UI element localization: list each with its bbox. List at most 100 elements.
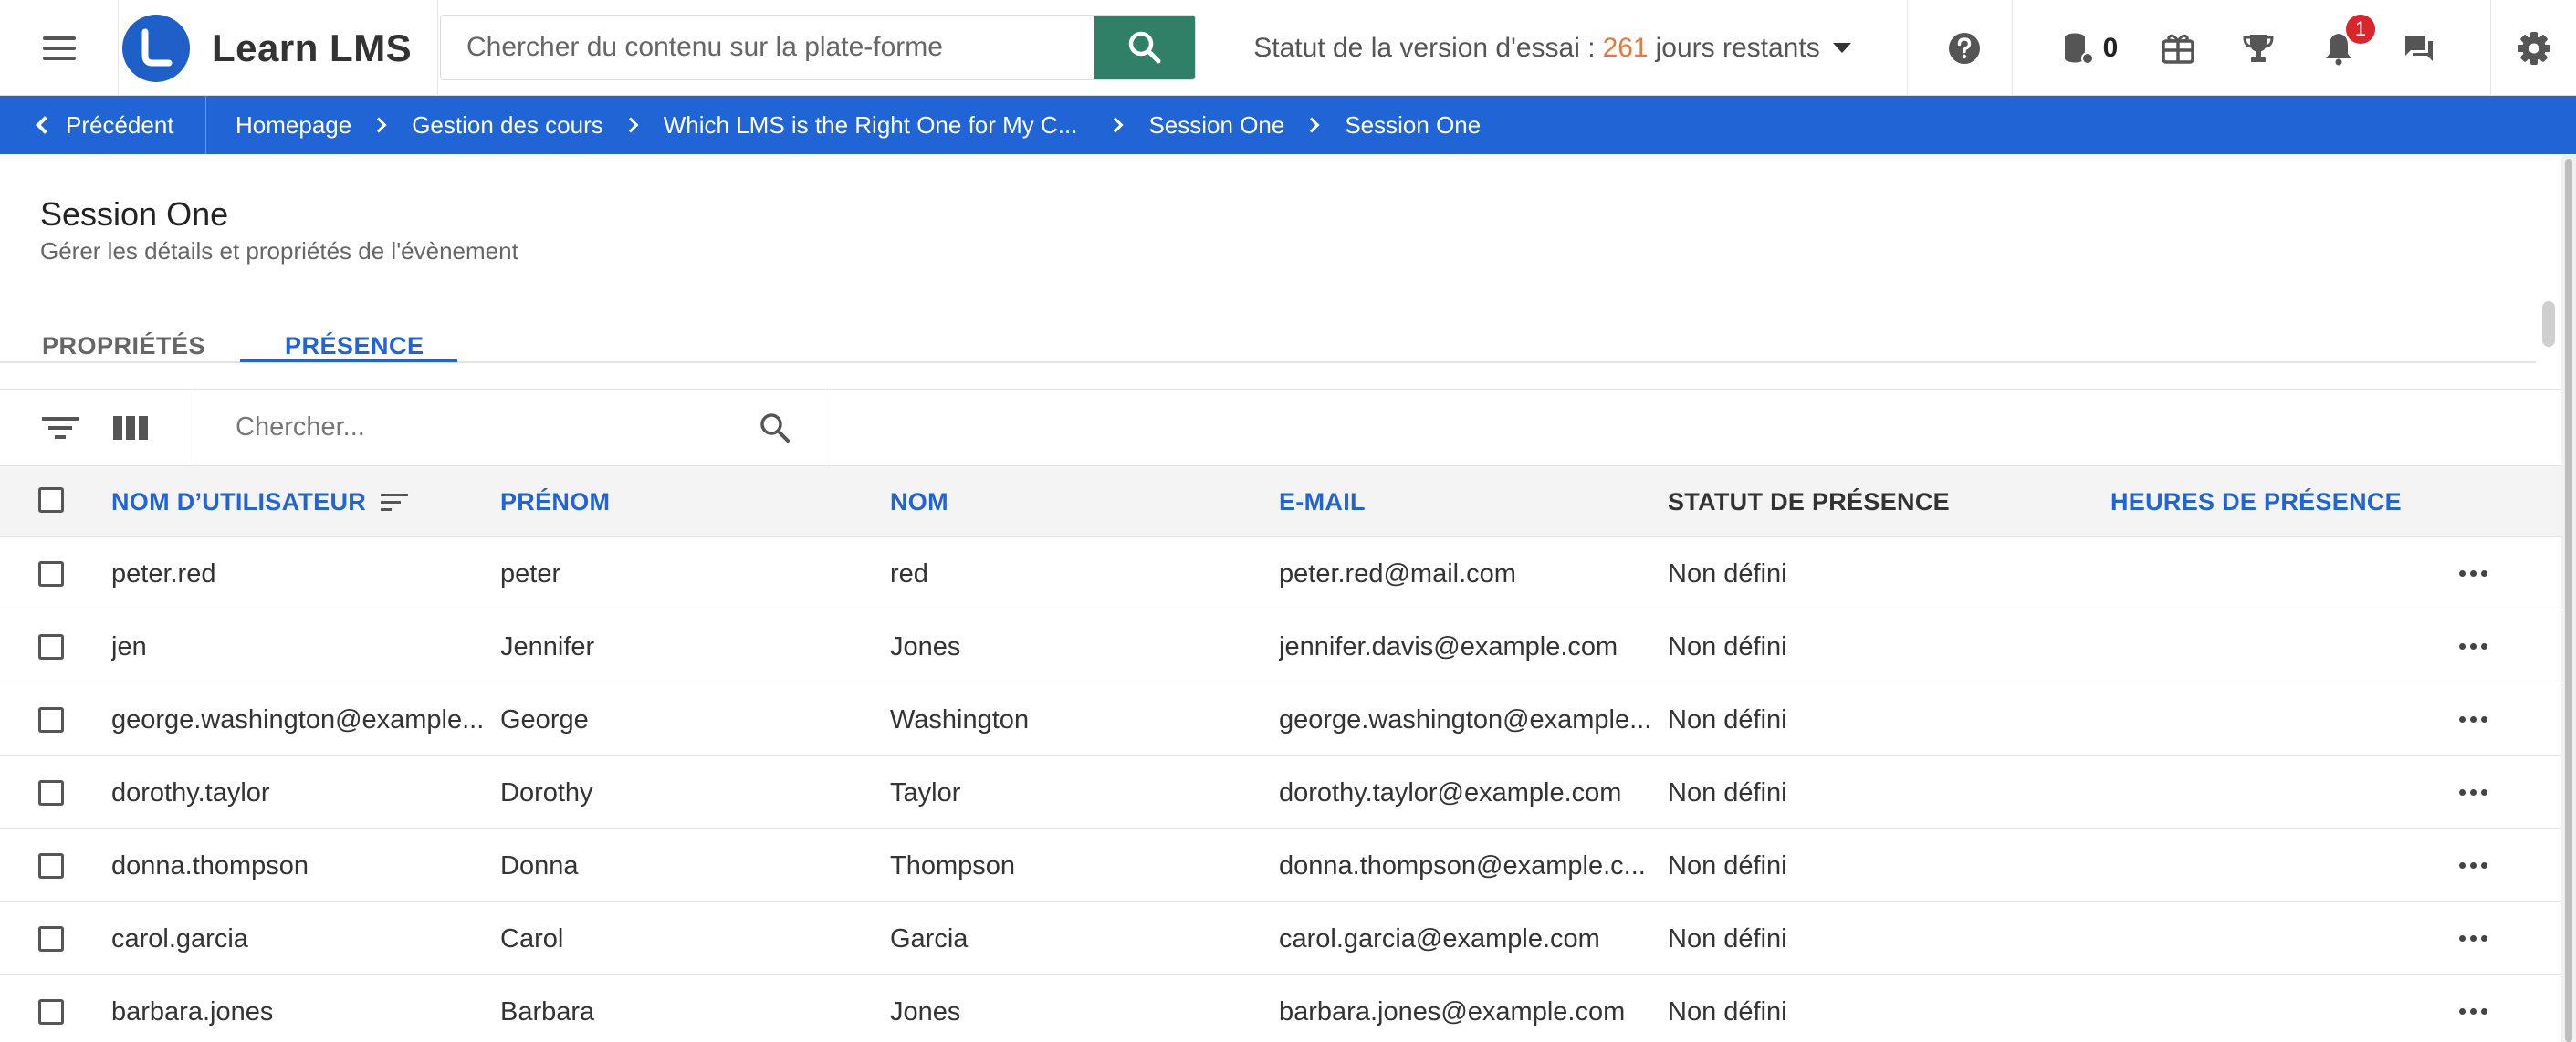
cell-firstname: George (500, 704, 589, 735)
trial-prefix: Statut de la version d'essai : (1253, 32, 1596, 63)
column-header-username[interactable]: NOM D’UTILISATEUR (111, 466, 409, 537)
row-checkbox[interactable] (38, 634, 64, 660)
tab-active-indicator (240, 359, 457, 362)
filter-icon[interactable] (42, 413, 79, 443)
cell-email: dorothy.taylor@example.com (1279, 777, 1622, 808)
cell-lastname: Garcia (890, 923, 969, 953)
more-icon[interactable] (2459, 570, 2487, 577)
messages-button[interactable] (2381, 0, 2457, 96)
chat-icon (2405, 35, 2433, 61)
page-title: Session One (40, 195, 229, 233)
table-row[interactable]: george.washington@example... George Washin… (0, 683, 2561, 756)
table-search-input[interactable] (194, 390, 742, 464)
cell-attendance-status: Non défini (1668, 996, 1787, 1026)
cell-firstname: Jennifer (500, 631, 595, 662)
back-button[interactable]: Précédent (0, 96, 206, 154)
tab-properties[interactable]: PROPRIÉTÉS (42, 332, 205, 360)
inner-scrollbar-thumb[interactable] (2542, 301, 2555, 347)
table-row[interactable]: carol.garcia Carol Garcia carol.garcia@exam… (0, 902, 2561, 975)
row-checkbox[interactable] (38, 926, 64, 952)
cell-attendance-status: Non défini (1668, 631, 1787, 662)
chevron-right-icon (1107, 117, 1124, 133)
row-checkbox[interactable] (38, 853, 64, 879)
column-header-attendance-status: STATUT DE PRÉSENCE (1668, 487, 1950, 516)
table-row[interactable]: peter.red peter red peter.red@mail.com Non d… (0, 537, 2561, 610)
gift-button[interactable] (2140, 0, 2216, 96)
global-search-input[interactable] (441, 16, 1095, 79)
breadcrumb-item[interactable]: Gestion des cours (412, 111, 603, 140)
breadcrumb-item[interactable]: Which LMS is the Right One for My C... (664, 111, 1078, 140)
cell-attendance-status: Non défini (1668, 923, 1787, 953)
cell-email: peter.red@mail.com (1279, 558, 1516, 589)
table-row[interactable]: donna.thompson Donna Thompson donna.thompso… (0, 829, 2561, 902)
table-row[interactable]: barbara.jones Barbara Jones barbara.jones@e… (0, 975, 2561, 1042)
column-header-attendance-hours[interactable]: HEURES DE PRÉSENCE (2110, 466, 2402, 537)
column-header-lastname[interactable]: NOM (890, 466, 948, 537)
table-row[interactable]: jen Jennifer Jones jennifer.davis@example.c… (0, 610, 2561, 683)
tab-attendance[interactable]: PRÉSENCE (285, 332, 424, 360)
more-icon[interactable] (2459, 643, 2487, 650)
notifications-button[interactable]: 1 (2300, 0, 2377, 96)
cell-firstname: Dorothy (500, 777, 593, 808)
coins-count: 0 (2102, 32, 2119, 63)
page-subtitle: Gérer les détails et propriétés de l'évè… (40, 237, 518, 265)
search-icon[interactable] (759, 412, 791, 444)
breadcrumb-item[interactable]: Homepage (236, 111, 351, 140)
cell-username: jen (111, 631, 147, 662)
cell-lastname: Washington (890, 704, 1030, 735)
cell-username: peter.red (111, 558, 216, 589)
chevron-right-icon (1304, 117, 1320, 133)
cell-username: barbara.jones (111, 996, 274, 1026)
breadcrumb: Précédent Homepage Gestion des cours Whi… (0, 96, 2576, 154)
help-button[interactable] (1926, 0, 2003, 96)
more-icon[interactable] (2459, 789, 2487, 796)
cell-attendance-status: Non défini (1668, 777, 1787, 808)
tab-bar: PROPRIÉTÉS PRÉSENCE (0, 319, 2536, 363)
column-header-firstname[interactable]: PRÉNOM (500, 466, 610, 537)
cell-username: donna.thompson (111, 850, 309, 880)
logo-icon (122, 14, 190, 82)
trial-suffix: jours restants (1655, 32, 1820, 63)
row-checkbox[interactable] (38, 707, 64, 733)
cell-lastname: Jones (890, 631, 961, 662)
cell-lastname: Jones (890, 996, 961, 1026)
row-checkbox[interactable] (38, 999, 64, 1025)
row-checkbox[interactable] (38, 780, 64, 806)
breadcrumb-trail: Homepage Gestion des cours Which LMS is … (236, 96, 1481, 154)
app-name: Learn LMS (212, 26, 413, 69)
breadcrumb-item[interactable]: Session One (1148, 111, 1284, 140)
page-scrollbar-thumb[interactable] (2565, 159, 2572, 1042)
table-header: NOM D’UTILISATEUR PRÉNOM NOM E-MAIL STAT… (0, 465, 2561, 537)
cell-lastname: Thompson (890, 850, 1016, 880)
columns-icon[interactable] (113, 413, 148, 443)
brand[interactable]: Learn LMS (119, 0, 438, 96)
cell-lastname: Taylor (890, 777, 961, 808)
more-icon[interactable] (2459, 935, 2487, 942)
gear-icon (2518, 31, 2550, 65)
cell-email: george.washington@example... (1279, 704, 1652, 735)
row-checkbox[interactable] (38, 561, 64, 587)
cell-email: jennifer.davis@example.com (1279, 631, 1618, 662)
sort-icon[interactable] (381, 493, 409, 511)
cell-email: barbara.jones@example.com (1279, 996, 1626, 1026)
gift-icon (2162, 34, 2194, 64)
column-header-label: NOM D’UTILISATEUR (111, 487, 367, 516)
trophy-button[interactable] (2220, 0, 2297, 96)
coins-button[interactable]: 0 (2054, 0, 2127, 96)
more-icon[interactable] (2459, 1008, 2487, 1015)
settings-button[interactable] (2492, 0, 2576, 96)
table-search (194, 390, 832, 466)
cell-attendance-status: Non défini (1668, 704, 1787, 735)
breadcrumb-item-current: Session One (1345, 110, 1482, 139)
menu-button[interactable] (0, 0, 119, 96)
more-icon[interactable] (2459, 862, 2487, 869)
table-row[interactable]: dorothy.taylor Dorothy Taylor dorothy.taylo… (0, 756, 2561, 829)
global-search-button[interactable] (1094, 16, 1195, 79)
trial-status[interactable]: Statut de la version d'essai : 261 jours… (1198, 0, 1908, 96)
column-header-email[interactable]: E-MAIL (1279, 466, 1366, 537)
cell-lastname: red (890, 558, 928, 589)
more-icon[interactable] (2459, 716, 2487, 723)
select-all-checkbox[interactable] (38, 487, 64, 513)
global-search (440, 15, 1196, 80)
notifications-badge: 1 (2346, 15, 2375, 44)
